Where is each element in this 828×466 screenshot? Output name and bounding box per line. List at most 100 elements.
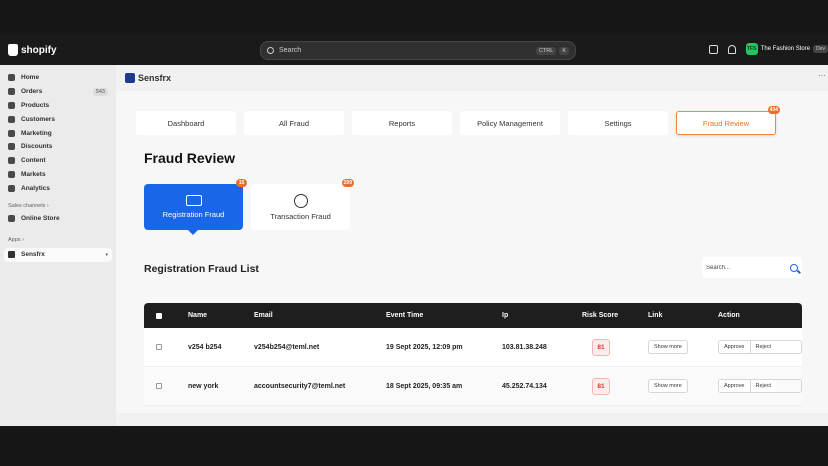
tab-settings[interactable]: Settings xyxy=(568,111,668,135)
orders-count-badge: 543 xyxy=(92,87,108,96)
globe-icon xyxy=(8,170,15,178)
bell-icon[interactable] xyxy=(727,44,736,54)
sidebar-item-content[interactable]: Content xyxy=(0,154,116,168)
kbd-k: K xyxy=(559,46,569,55)
tab-reports[interactable]: Reports xyxy=(352,111,452,135)
risk-score-badge: 81 xyxy=(592,338,610,356)
sidebar-item-label: Products xyxy=(21,101,50,109)
fraud-type-tabs: Registration Fraud 15 Transaction Fraud … xyxy=(144,179,354,235)
sidebar-item-marketing[interactable]: Marketing xyxy=(0,126,116,140)
row-checkbox[interactable] xyxy=(156,383,162,389)
app-header: Sensfrx xyxy=(116,65,828,91)
tab-label: Transaction Fraud xyxy=(270,211,331,221)
sidebar-item-products[interactable]: Products xyxy=(0,99,116,113)
tab-transaction-fraud[interactable]: Transaction Fraud 299 xyxy=(251,179,354,230)
sidebar-item-online-store[interactable]: Online Store xyxy=(0,211,116,225)
search-icon xyxy=(267,47,274,54)
sensfrx-logo-icon xyxy=(125,73,135,83)
tab-dashboard[interactable]: Dashboard xyxy=(136,111,236,135)
sensfrx-app-icon xyxy=(8,251,15,259)
tab-all-fraud[interactable]: All Fraud xyxy=(244,111,344,135)
cell-risk: 81 xyxy=(582,377,648,395)
sales-channels-text: Sales channels xyxy=(8,203,46,210)
sidebar-item-home[interactable]: Home xyxy=(0,71,116,85)
target-icon xyxy=(8,129,15,137)
tab-label: Fraud Review xyxy=(702,118,750,128)
person-icon xyxy=(8,115,15,123)
topbar-right: TFS The Fashion Store Dev xyxy=(708,43,828,55)
cell-link: Show more xyxy=(648,340,718,354)
chart-icon xyxy=(8,184,15,192)
cell-risk: 81 xyxy=(582,338,648,356)
reject-button[interactable]: Reject xyxy=(749,380,777,392)
tab-policy-management[interactable]: Policy Management xyxy=(460,111,560,135)
sidebar-item-orders[interactable]: Orders 543 xyxy=(0,85,116,99)
sidebar-item-customers[interactable]: Customers xyxy=(0,112,116,126)
header-risk-score: Risk Score xyxy=(582,312,619,319)
store-name: The Fashion Store xyxy=(760,46,811,52)
fraud-table: Name Email Event Time Ip Risk Score Link… xyxy=(144,303,802,406)
more-options-icon[interactable]: ··· xyxy=(818,71,826,80)
header-email: Email xyxy=(254,312,273,319)
show-more-button[interactable]: Show more xyxy=(648,340,688,354)
cell-event-time: 19 Sept 2025, 12:09 pm xyxy=(386,343,463,351)
tab-fraud-review[interactable]: Fraud Review 434 xyxy=(676,106,780,135)
tag-icon xyxy=(8,101,15,109)
letterbox-top xyxy=(0,0,828,34)
cell-event-time: 18 Sept 2025, 09:35 am xyxy=(386,382,463,390)
approve-button[interactable]: Approve xyxy=(719,380,750,392)
storefront-icon xyxy=(8,214,15,222)
sidebar-item-label: Customers xyxy=(21,115,55,123)
sidebar-item-label: Content xyxy=(21,157,46,165)
sidebar-item-markets[interactable]: Markets xyxy=(0,168,116,182)
cell-ip: 103.81.38.248 xyxy=(502,343,547,351)
sidebar-item-label: Discounts xyxy=(21,143,53,151)
shopify-logo[interactable]: shopify xyxy=(8,42,57,58)
apps-label[interactable]: Apps › xyxy=(0,235,116,245)
cell-link: Show more xyxy=(648,379,718,393)
approve-button[interactable]: Approve xyxy=(719,341,750,353)
header-action: Action xyxy=(718,312,740,319)
letterbox-bottom xyxy=(0,426,828,466)
reject-button[interactable]: Reject xyxy=(749,341,777,353)
cell-name: new york xyxy=(188,382,219,390)
header-name: Name xyxy=(188,312,208,319)
chevron-down-icon: ▾ xyxy=(105,251,108,258)
header-ip: Ip xyxy=(502,312,509,319)
shopify-bag-icon xyxy=(8,44,18,56)
row-select-cell xyxy=(144,383,188,389)
sidebar: Home Orders 543 Products Customers Market… xyxy=(0,65,116,426)
sidebar-item-label: Marketing xyxy=(21,129,52,137)
header-link: Link xyxy=(648,312,663,319)
registration-fraud-count-badge: 15 xyxy=(236,179,247,187)
sidebar-app-sensfrx[interactable]: Sensfrx ▾ xyxy=(4,247,112,262)
apps-text: Apps xyxy=(8,236,21,243)
tab-registration-fraud[interactable]: Registration Fraud 15 xyxy=(144,179,247,235)
tab-label: Settings xyxy=(604,118,632,128)
sidebar-item-label: Markets xyxy=(21,170,46,178)
table-row: v254 b254 v254b254@teml.net 19 Sept 2025… xyxy=(144,328,802,367)
sidebar-app-label: Sensfrx xyxy=(21,251,45,259)
sales-channels-label[interactable]: Sales channels › xyxy=(0,201,116,211)
sidebar-item-discounts[interactable]: Discounts xyxy=(0,140,116,154)
global-search[interactable]: Search CTRL K xyxy=(260,41,576,60)
table-search-input[interactable] xyxy=(706,264,776,271)
fraud-review-count-badge: 434 xyxy=(767,106,780,114)
select-all-cell xyxy=(144,312,188,319)
cell-ip: 45.252.74.134 xyxy=(502,382,547,390)
app-title: Sensfrx xyxy=(138,73,172,83)
row-checkbox[interactable] xyxy=(156,344,162,350)
sidebar-item-analytics[interactable]: Analytics xyxy=(0,181,116,195)
store-menu[interactable]: TFS The Fashion Store Dev xyxy=(745,43,828,55)
content-icon xyxy=(8,157,15,165)
select-all-checkbox[interactable] xyxy=(156,312,162,319)
search-icon[interactable] xyxy=(790,263,798,272)
transaction-fraud-count-badge: 299 xyxy=(341,179,354,187)
home-icon xyxy=(8,74,15,82)
show-more-button[interactable]: Show more xyxy=(648,379,688,393)
store-extra-badge: Dev xyxy=(813,45,828,53)
tab-label: All Fraud xyxy=(278,118,309,128)
cell-action: Approve Reject xyxy=(718,379,802,393)
store-icon[interactable] xyxy=(708,44,718,54)
exchange-arrows-icon xyxy=(293,193,308,208)
